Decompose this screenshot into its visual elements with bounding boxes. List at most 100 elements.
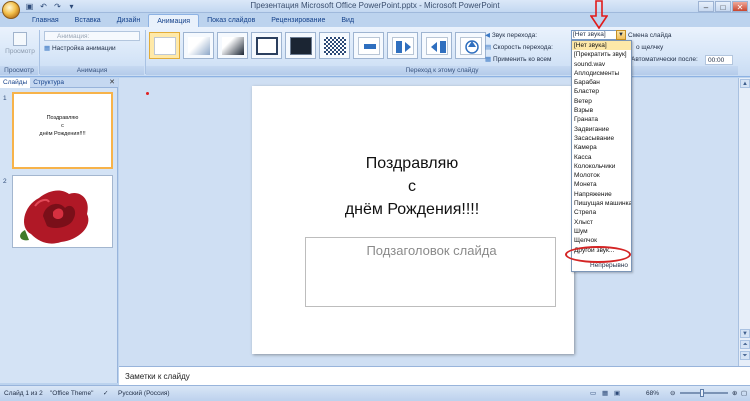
animation-combo[interactable]: Анимация: — [44, 31, 140, 41]
auto-time-input[interactable]: 00:00 — [705, 55, 733, 65]
sound-dropdown-list[interactable]: [Нет звука] [Прекратить звук] sound.wav Апл… — [571, 40, 632, 272]
next-slide-icon[interactable]: ⏷ — [740, 351, 750, 360]
maximize-button[interactable]: □ — [715, 1, 731, 12]
transition-wipe-left[interactable] — [387, 32, 418, 59]
sound-option[interactable]: Молоток — [572, 171, 631, 180]
tab-outline[interactable]: Структура — [30, 78, 67, 88]
slide-thumbnail-1[interactable]: Поздравляю с днём Рождения!!!! — [12, 92, 113, 169]
sound-option[interactable]: Бластер — [572, 87, 631, 96]
sound-option[interactable]: [Прекратить звук] — [572, 50, 631, 59]
transition-wipe-right[interactable] — [421, 32, 452, 59]
sound-option[interactable]: Напряжение — [572, 190, 631, 199]
transition-dissolve[interactable] — [319, 32, 350, 59]
preview-icon — [13, 32, 27, 46]
tab-view[interactable]: Вид — [333, 14, 362, 27]
sound-option[interactable]: Щелчок — [572, 236, 631, 245]
tab-slideshow[interactable]: Показ слайдов — [199, 14, 263, 27]
slide-thumbnail-2[interactable] — [12, 175, 113, 248]
slide-change-label: Смена слайда — [628, 32, 672, 39]
rose-image — [20, 190, 89, 244]
custom-animation-button[interactable]: ▦ Настройка анимации — [44, 44, 116, 54]
zoom-out-icon[interactable]: ⊖ — [670, 386, 675, 401]
transition-fade-smoothly[interactable] — [183, 32, 214, 59]
apply-all-button[interactable]: ▦ Применить ко всем — [485, 55, 551, 65]
previous-slide-icon[interactable]: ⏶ — [740, 340, 750, 349]
sound-option[interactable]: [Нет звука] — [572, 41, 631, 51]
transition-speed-row[interactable]: ▤ Скорость перехода: — [485, 43, 553, 53]
tab-design[interactable]: Дизайн — [109, 14, 149, 27]
sound-option[interactable]: Взрыв — [572, 106, 631, 115]
sound-icon: ◀ — [485, 32, 490, 39]
scroll-down-icon[interactable]: ▼ — [740, 329, 750, 338]
on-click-checkbox[interactable]: о щелчку — [636, 43, 663, 53]
title-bar: Презентация Microsoft Office PowerPoint.… — [0, 0, 750, 13]
tab-insert[interactable]: Вставка — [67, 14, 109, 27]
sound-option[interactable]: Хлыст — [572, 218, 631, 227]
chevron-down-icon[interactable]: ▼ — [616, 30, 626, 40]
slideshow-view-icon[interactable]: ▣ — [614, 386, 620, 401]
slide-title[interactable]: Поздравляю с днём Рождения!!!! — [302, 152, 522, 221]
vertical-scrollbar[interactable]: ▲ ▼ ⏶ ⏷ — [738, 78, 750, 366]
group-label-transition: Переход к этому слайду — [146, 66, 738, 75]
sound-option[interactable]: Камера — [572, 143, 631, 152]
normal-view-icon[interactable]: ▭ — [590, 386, 596, 401]
sound-option[interactable]: Касса — [572, 153, 631, 162]
close-button[interactable]: ✕ — [732, 1, 748, 12]
slides-panel: Слайды Структура ✕ 1 Поздравляю с днём Р… — [0, 78, 118, 383]
preview-button[interactable]: Просмотр — [3, 30, 37, 65]
notes-pane[interactable]: Заметки к слайду — [119, 366, 750, 385]
sound-option[interactable]: Стрела — [572, 208, 631, 217]
sound-label: Звук перехода: — [491, 32, 538, 39]
sound-option[interactable]: Ветер — [572, 97, 631, 106]
transition-wipe-up[interactable] — [455, 32, 486, 59]
sound-option[interactable]: Пишущая машинка — [572, 199, 631, 208]
tab-slides[interactable]: Слайды — [0, 78, 31, 88]
transition-none[interactable] — [149, 32, 180, 59]
wipe-up-icon — [460, 37, 482, 55]
save-icon[interactable]: ▣ — [24, 1, 35, 12]
close-panel-icon[interactable]: ✕ — [109, 78, 115, 88]
sound-option[interactable]: Засасывание — [572, 134, 631, 143]
sound-option[interactable]: Барабан — [572, 78, 631, 87]
transition-wipe-down[interactable] — [353, 32, 384, 59]
tab-review[interactable]: Рецензирование — [263, 14, 333, 27]
scroll-up-icon[interactable]: ▲ — [740, 79, 750, 88]
tab-home[interactable]: Главная — [24, 14, 67, 27]
fit-window-icon[interactable]: ▢ — [741, 386, 747, 401]
subtitle-placeholder-box[interactable]: Подзаголовок слайда — [305, 237, 556, 307]
zoom-slider[interactable] — [680, 392, 728, 394]
transition-fade-black[interactable] — [217, 32, 248, 59]
sound-option[interactable]: Аплодисменты — [572, 69, 631, 78]
sound-option[interactable]: Граната — [572, 115, 631, 124]
transition-cut[interactable] — [251, 32, 282, 59]
transition-cut-black[interactable] — [285, 32, 316, 59]
current-slide[interactable]: Поздравляю с днём Рождения!!!! Подзаголо… — [252, 86, 574, 354]
ribbon-tabs: Главная Вставка Дизайн Анимация Показ сл… — [24, 14, 362, 27]
zoom-level[interactable]: 68% — [646, 386, 659, 401]
transition-sound-row: ◀ Звук перехода: — [485, 31, 537, 41]
sound-option[interactable]: Колокольчики — [572, 162, 631, 171]
tab-animations[interactable]: Анимация — [148, 14, 200, 27]
sound-option[interactable]: sound.wav — [572, 60, 631, 69]
redo-icon[interactable]: ↷ — [52, 1, 63, 12]
cut-black-icon — [290, 37, 312, 55]
language-indicator[interactable]: Русский (Россия) — [118, 386, 170, 401]
transition-none-icon — [154, 37, 176, 55]
arrow-down-annotation-icon — [590, 0, 608, 30]
sound-option[interactable]: Шум — [572, 227, 631, 236]
group-label-preview: Просмотр — [0, 66, 38, 75]
cut-icon — [256, 37, 278, 55]
sorter-view-icon[interactable]: ▦ — [602, 386, 608, 401]
sound-option[interactable]: Задвигание — [572, 125, 631, 134]
customize-qat-icon[interactable]: ▾ — [66, 1, 77, 12]
fade-icon — [188, 37, 210, 55]
minimize-button[interactable]: – — [698, 1, 714, 12]
zoom-in-icon[interactable]: ⊕ — [732, 386, 737, 401]
dissolve-icon — [324, 37, 346, 55]
auto-after-checkbox[interactable]: Автоматически после: — [631, 55, 698, 65]
undo-icon[interactable]: ↶ — [38, 1, 49, 12]
zoom-slider-handle[interactable] — [700, 389, 704, 397]
spellcheck-icon[interactable]: ✓ — [103, 386, 108, 401]
sound-option[interactable]: Монета — [572, 180, 631, 189]
office-button[interactable] — [2, 1, 20, 19]
